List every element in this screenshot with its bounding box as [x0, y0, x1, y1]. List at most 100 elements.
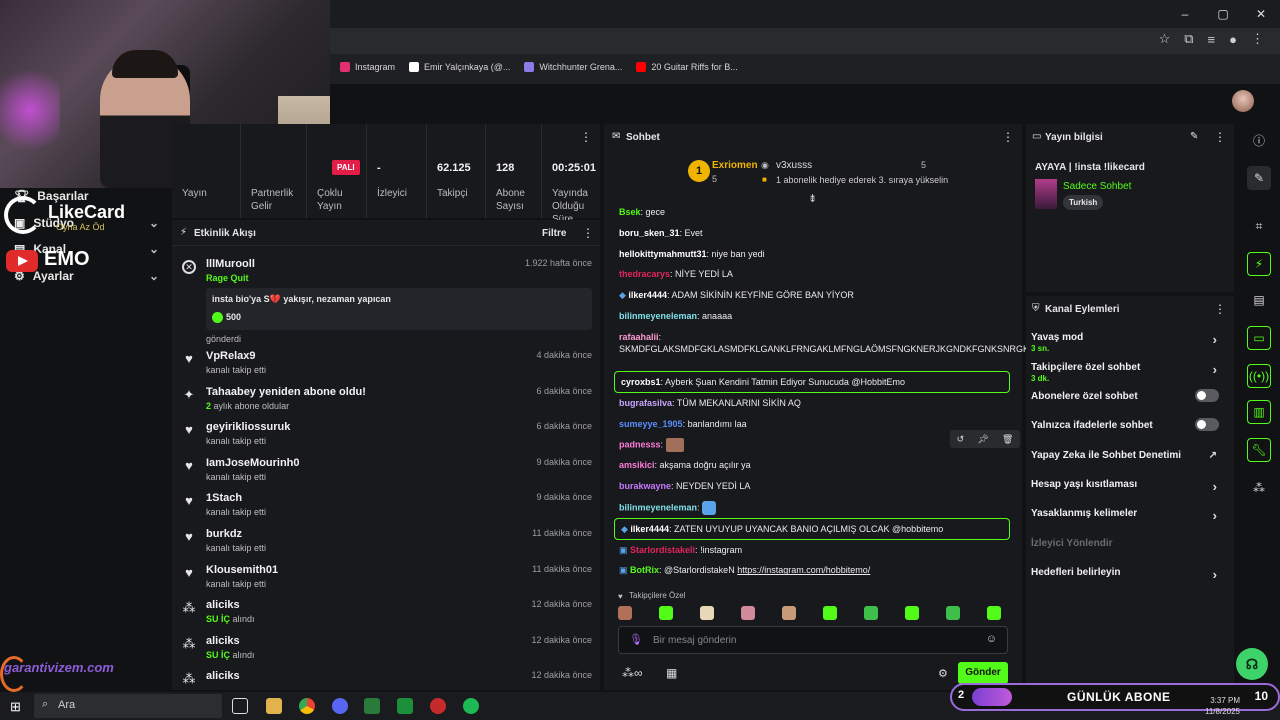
emote-icon[interactable] — [823, 606, 837, 620]
action-row[interactable]: Yasaklanmış kelimeler › — [1031, 508, 1225, 523]
action-row[interactable]: Yavaş mod 3 sn. › — [1031, 332, 1225, 353]
layout-icon[interactable]: ▥ — [1247, 400, 1271, 424]
microphone-icon[interactable]: 🎙︎ — [629, 633, 643, 646]
category-thumbnail[interactable] — [1035, 179, 1057, 209]
dots-cluster-icon[interactable]: ⁂ — [1247, 476, 1271, 500]
store-icon[interactable]: ▦ — [666, 666, 677, 680]
undo-icon[interactable]: ↺ — [957, 434, 965, 445]
spotify-icon[interactable] — [463, 698, 479, 714]
chat-username[interactable]: Starlordistakeli — [630, 545, 695, 555]
taskbar-search[interactable]: ⌕ Ara — [34, 694, 222, 718]
chat-username[interactable]: BotRix — [630, 565, 659, 575]
task-view-icon[interactable] — [232, 698, 248, 714]
emote-icon[interactable] — [782, 606, 796, 620]
settings-gear-icon[interactable]: ⚙ — [938, 667, 948, 680]
chat-username[interactable]: boru_sken_31 — [619, 228, 680, 238]
expand-icon[interactable]: ⇟ — [808, 192, 817, 205]
chat-link[interactable]: https://instagram.com/hobbitemo/ — [737, 565, 870, 575]
more-icon[interactable]: ⋮ — [1214, 302, 1226, 316]
filter-button[interactable]: Filtre — [542, 228, 566, 239]
crop-icon[interactable]: ⌗ — [1247, 214, 1271, 238]
emote-icon[interactable] — [618, 606, 632, 620]
action-row[interactable]: İzleyici Yönlendir — [1031, 538, 1225, 549]
toggle-switch[interactable] — [1195, 389, 1219, 402]
chat-input[interactable]: 🎙︎ Bir mesaj gönderin ☺ — [618, 626, 1008, 654]
emote-icon[interactable] — [864, 606, 878, 620]
chat-username[interactable]: rafaahalii — [619, 332, 659, 342]
bookmark-youtube[interactable]: 20 Guitar Riffs for B... — [636, 62, 738, 72]
edit-icon[interactable]: ✎ — [1190, 131, 1198, 142]
more-icon[interactable]: ⋮ — [1214, 130, 1226, 144]
emote-icon[interactable] — [700, 606, 714, 620]
emote-bar[interactable] — [618, 606, 1012, 622]
pencil-icon[interactable]: ✎ — [1247, 166, 1271, 190]
emote-icon[interactable] — [946, 606, 960, 620]
bookmark-witchhunter[interactable]: Witchhunter Grena... — [524, 62, 622, 72]
close-icon[interactable]: ✕ — [1242, 0, 1280, 28]
broadcast-icon[interactable]: ((•)) — [1247, 364, 1271, 388]
extensions-icon[interactable]: ⧉ — [1184, 31, 1193, 47]
emote-icon[interactable] — [659, 606, 673, 620]
obs-icon[interactable] — [430, 698, 446, 714]
action-row[interactable]: Takipçilere özel sohbet 3 dk. › — [1031, 362, 1225, 383]
emote-icon[interactable] — [905, 606, 919, 620]
tab-strip[interactable] — [330, 0, 1280, 28]
lightning-icon[interactable]: ⚡︎ — [1247, 252, 1271, 276]
more-icon[interactable]: ⋮ — [1002, 130, 1014, 144]
chat-username[interactable]: bugrafasilva — [619, 398, 672, 408]
trash-icon[interactable]: 🗑︎ — [1002, 434, 1013, 445]
info-icon[interactable]: ⓘ — [1247, 128, 1271, 152]
category-link[interactable]: Sadece Sohbet — [1063, 181, 1131, 192]
maximize-icon[interactable]: ▢ — [1204, 0, 1242, 28]
emote-icon[interactable] — [987, 606, 1001, 620]
minimize-icon[interactable]: – — [1166, 0, 1204, 28]
chat-username[interactable]: thedracarys — [619, 269, 670, 279]
chrome-icon[interactable] — [299, 698, 315, 714]
action-row[interactable]: Hedefleri belirleyin › — [1031, 567, 1225, 582]
second-name[interactable]: v3xusss — [776, 160, 812, 171]
bookmark-instagram[interactable]: Instagram — [340, 62, 395, 72]
more-icon[interactable]: ⋮ — [582, 226, 594, 240]
points-icon[interactable]: ⁂∞ — [622, 666, 643, 680]
action-row[interactable]: Yalnızca ifadelerle sohbet — [1031, 418, 1225, 432]
toggle-switch[interactable] — [1195, 418, 1219, 432]
chat-username[interactable]: Bsek — [619, 207, 641, 217]
heart-icon: ♥ — [618, 592, 623, 601]
chat-username[interactable]: sumeyye_1905 — [619, 419, 683, 429]
address-bar[interactable] — [330, 28, 1280, 54]
media-icon[interactable]: ≡ — [1208, 32, 1216, 47]
chat-username[interactable]: bilinmeyeneleman — [619, 311, 697, 321]
chat-username[interactable]: ilker4444 — [630, 524, 669, 534]
chevron-right-icon: › — [1212, 566, 1217, 582]
chat-username[interactable]: padnesss — [619, 440, 661, 450]
system-clock[interactable]: 3:37 PM 11/8/2025 — [1205, 695, 1240, 717]
file-explorer-icon[interactable] — [266, 698, 282, 714]
emoji-icon[interactable]: ☺ — [986, 633, 997, 645]
wrench-icon[interactable]: 🔧︎ — [1247, 438, 1271, 462]
emote-icon[interactable] — [741, 606, 755, 620]
leader-name[interactable]: Exriomen — [712, 160, 758, 171]
app-icon[interactable] — [397, 698, 413, 714]
action-row[interactable]: Yapay Zeka ile Sohbet Denetimi ↗ — [1031, 450, 1225, 461]
menu-icon[interactable]: ⋮ — [1251, 31, 1264, 47]
avatar[interactable] — [1232, 90, 1254, 112]
chat-username[interactable]: burakwayne — [619, 481, 671, 491]
action-row[interactable]: Hesap yaşı kısıtlaması › — [1031, 479, 1225, 494]
star-icon[interactable]: ☆ — [1159, 31, 1171, 47]
send-button[interactable]: Gönder — [958, 662, 1008, 684]
profile-icon[interactable]: ● — [1229, 32, 1237, 47]
chat-username[interactable]: amsikici — [619, 460, 655, 470]
windows-start-icon[interactable]: ⊞ — [10, 699, 21, 715]
chat-username[interactable]: ilker4444 — [628, 290, 667, 300]
xbox-icon[interactable] — [364, 698, 380, 714]
discord-icon[interactable] — [332, 698, 348, 714]
support-button[interactable]: ☊ — [1236, 648, 1268, 680]
bookmark-x[interactable]: Emir Yalçınkaya (@... — [409, 62, 510, 72]
chat-username[interactable]: bilinmeyeneleman — [619, 502, 697, 512]
chat-username[interactable]: hellokittymahmutt31 — [619, 249, 707, 259]
document-icon[interactable]: ▤ — [1247, 288, 1271, 312]
action-row[interactable]: Abonelere özel sohbet — [1031, 389, 1225, 402]
chat-username[interactable]: cyroxbs1 — [621, 377, 661, 387]
pin-icon[interactable]: 📌︎ — [977, 434, 988, 445]
chat-bubble-icon[interactable]: ▭ — [1247, 326, 1271, 350]
